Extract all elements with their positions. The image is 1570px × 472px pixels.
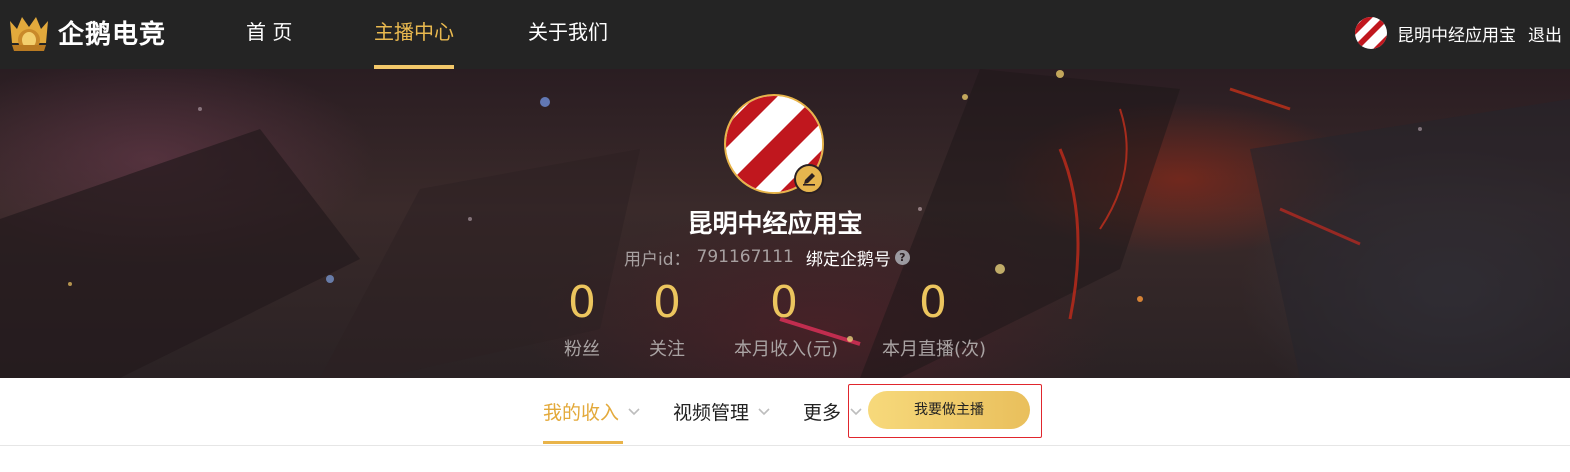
stat-monthly-income: 0 本月收入(元) <box>734 277 839 361</box>
stat-label: 粉丝 <box>564 339 600 360</box>
edit-avatar-button[interactable] <box>794 164 824 194</box>
top-navigation-bar: 企鹅电竞 首 页 主播中心 关于我们 昆明中经应用宝 退出 <box>0 0 1570 69</box>
nav-anchor-center[interactable]: 主播中心 <box>374 0 454 69</box>
brand-logo[interactable]: 企鹅电竞 <box>4 6 166 58</box>
user-id-value: 791167111 <box>696 247 794 267</box>
penguin-crown-logo-icon <box>10 17 48 51</box>
stat-fans: 0 粉丝 <box>562 277 602 361</box>
user-name[interactable]: 昆明中经应用宝 <box>1397 21 1516 46</box>
nav-about[interactable]: 关于我们 <box>528 0 608 69</box>
tab-my-income[interactable]: 我的收入 <box>543 378 641 444</box>
user-avatar[interactable] <box>1355 17 1387 49</box>
tab-video-management[interactable]: 视频管理 <box>673 378 771 444</box>
user-menu: 昆明中经应用宝 退出 <box>1355 16 1562 50</box>
user-id-line: 用户id： 791167111 绑定企鹅号 ? <box>624 245 910 270</box>
profile-banner: 昆明中经应用宝 用户id： 791167111 绑定企鹅号 ? 0 粉丝 0 关… <box>0 69 1570 378</box>
brand-name: 企鹅电竞 <box>58 19 167 50</box>
tab-video-management-label: 视频管理 <box>673 401 750 424</box>
stat-following: 0 关注 <box>647 277 687 361</box>
active-tab-underline <box>543 441 623 444</box>
tab-more-label: 更多 <box>803 401 842 424</box>
tab-my-income-label: 我的收入 <box>543 401 620 424</box>
sub-tab-bar: 我的收入 视频管理 更多 <box>0 378 1570 446</box>
stat-value: 0 <box>568 277 596 328</box>
stat-monthly-streams: 0 本月直播(次) <box>882 277 987 361</box>
stat-label: 本月收入(元) <box>734 339 839 360</box>
chevron-down-icon <box>628 408 640 416</box>
striped-avatar-icon <box>1355 17 1387 49</box>
stat-value: 0 <box>770 277 798 328</box>
profile-name: 昆明中经应用宝 <box>687 209 863 238</box>
stat-label: 关注 <box>649 339 685 360</box>
become-anchor-button[interactable]: 我要做主播 <box>868 391 1030 429</box>
nav-anchor-center-label: 主播中心 <box>374 20 454 44</box>
stat-value: 0 <box>919 277 947 328</box>
pencil-icon <box>803 173 815 186</box>
logout-link[interactable]: 退出 <box>1528 21 1562 46</box>
nav-home[interactable]: 首 页 <box>246 0 292 69</box>
chevron-down-icon <box>758 408 770 416</box>
stat-label: 本月直播(次) <box>882 339 987 360</box>
user-id-label: 用户id： <box>624 249 691 270</box>
stat-value: 0 <box>653 277 681 328</box>
help-icon[interactable]: ? <box>894 249 910 265</box>
bind-penguin-account-link[interactable]: 绑定企鹅号 <box>806 245 891 270</box>
page-content-area <box>0 447 1570 472</box>
